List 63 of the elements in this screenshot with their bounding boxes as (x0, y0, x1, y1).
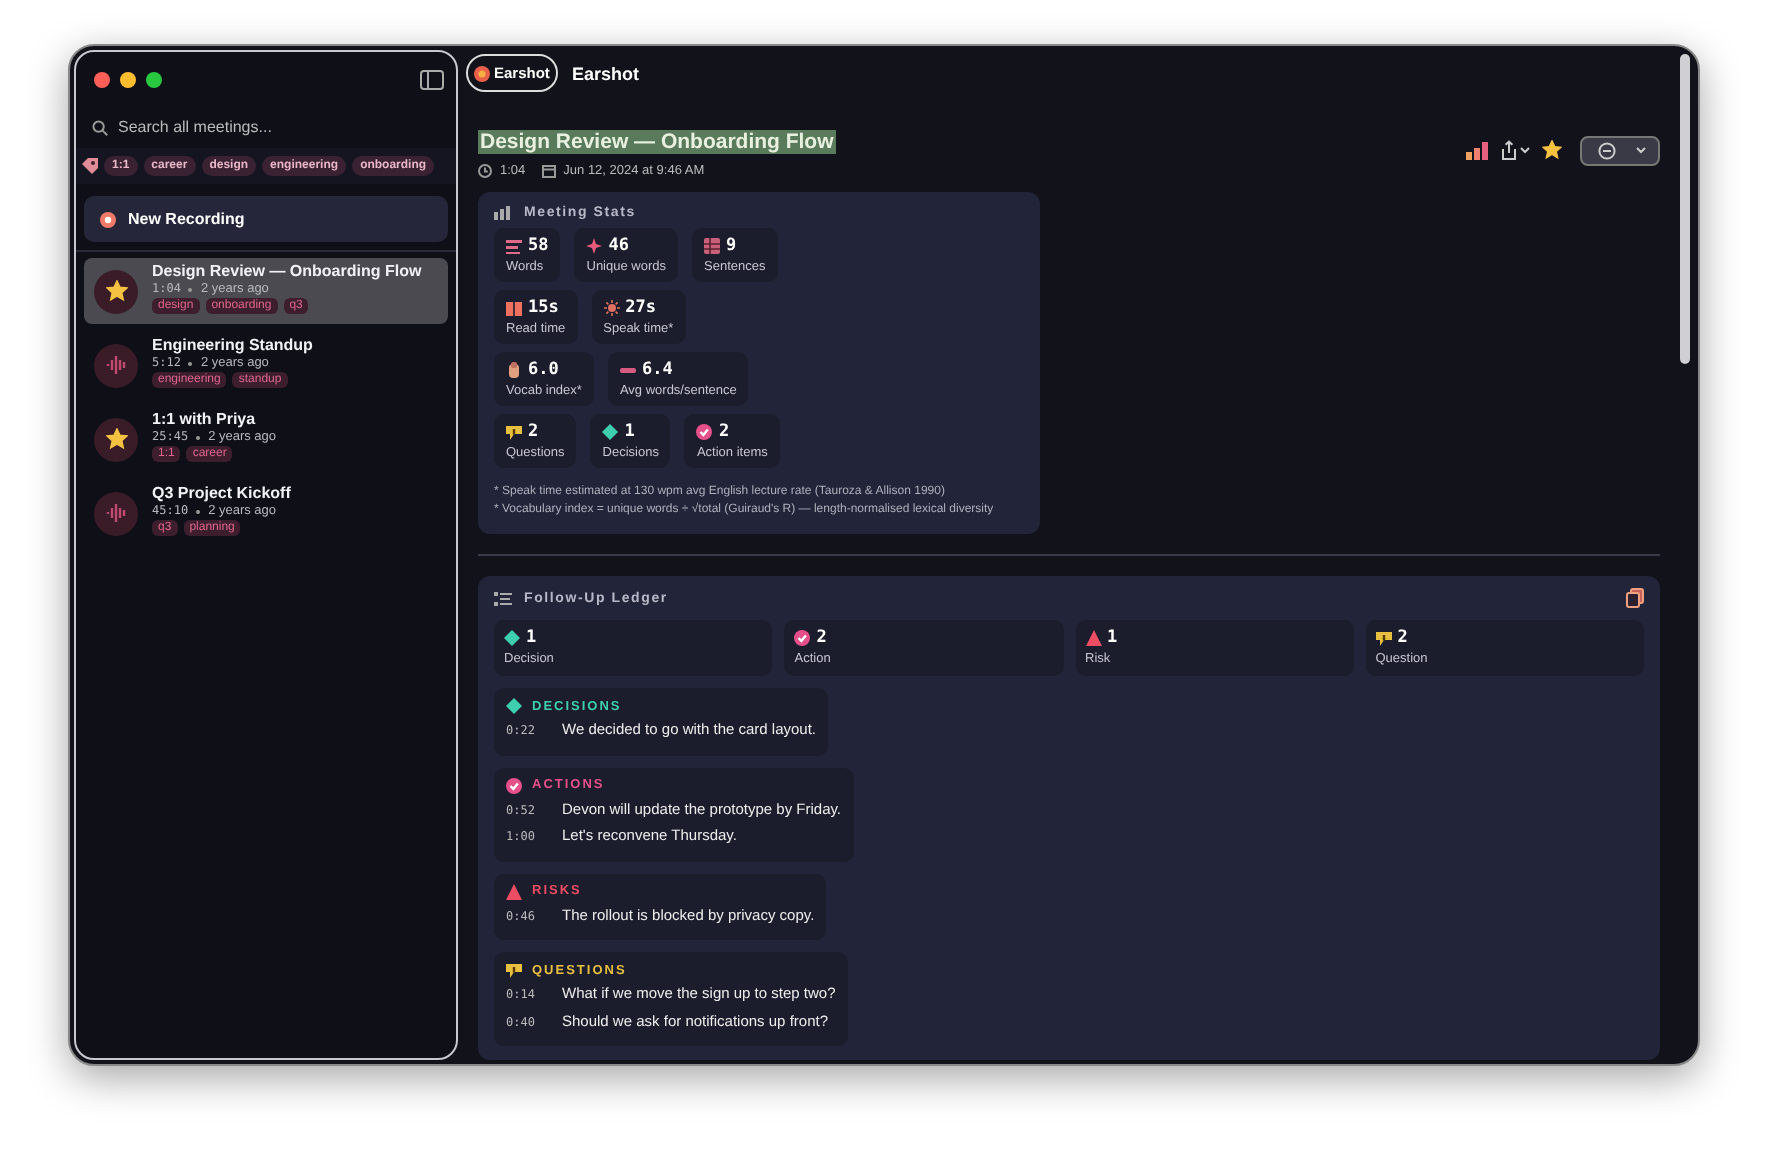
search-icon (92, 119, 108, 135)
warning-icon (1085, 630, 1101, 646)
separator-dot (196, 435, 201, 439)
bar-icon (619, 362, 636, 378)
sun-icon (603, 300, 620, 316)
speech-bubble-icon (506, 962, 522, 978)
meeting-title: Q3 Project Kickoff (152, 484, 291, 502)
app-title: Earshot (571, 63, 639, 83)
caret-icon (1636, 146, 1646, 154)
diamond-icon (602, 424, 619, 440)
book-icon (506, 300, 522, 316)
stat-value: 2 (528, 422, 539, 442)
hand-icon (506, 362, 522, 378)
star-icon[interactable] (1542, 140, 1562, 160)
stat-value: 2 (718, 422, 730, 442)
caret-icon (1520, 146, 1530, 154)
meeting-heading: Design Review — Onboarding Flow (478, 130, 836, 154)
count: 2 (816, 628, 827, 648)
meeting-title: 1:1 with Priya (152, 410, 258, 428)
bar-chart-icon (494, 206, 512, 220)
clock-icon (478, 164, 492, 178)
diamond-icon (504, 630, 520, 646)
stat-value: 15s (528, 298, 559, 318)
app-logo-icon (474, 65, 490, 81)
count: 1 (1107, 628, 1118, 648)
tag-icon (82, 158, 98, 174)
new-recording-button[interactable]: New Recording (84, 196, 448, 242)
stat-value: 46 (608, 236, 629, 256)
stat-value: 9 (726, 236, 737, 256)
lines-icon (506, 238, 522, 254)
grid-icon (704, 238, 720, 254)
share-icon (1500, 140, 1518, 160)
calendar-icon (541, 164, 556, 178)
copy-icon[interactable] (1626, 588, 1644, 608)
stat-value: 6.0 (528, 360, 559, 380)
meeting-title: Design Review — Onboarding Flow (152, 262, 422, 280)
warning-icon (506, 883, 522, 899)
diamond-icon (506, 698, 522, 714)
share-button[interactable] (1500, 140, 1530, 160)
sidebar-toggle-icon[interactable] (420, 70, 444, 90)
record-icon (100, 211, 116, 227)
stat-value: 6.4 (641, 360, 673, 380)
sparkle-icon (586, 238, 603, 254)
minus-circle-icon (1598, 141, 1616, 159)
search-field[interactable]: Search all meetings... (118, 114, 438, 140)
separator-dot (188, 361, 193, 365)
bar-chart-icon[interactable] (1466, 141, 1488, 159)
count: 2 (1397, 628, 1408, 648)
check-circle-icon (696, 424, 713, 440)
speech-bubble-icon (1375, 630, 1392, 646)
separator-dot (196, 509, 201, 513)
meeting-title: Engineering Standup (152, 336, 313, 354)
stat-value: 27s (625, 298, 656, 318)
options-button[interactable] (1580, 135, 1660, 165)
count: 1 (526, 628, 537, 648)
list-icon (494, 591, 512, 605)
scrollbar-thumb[interactable] (1680, 54, 1690, 364)
stat-value: 58 (528, 236, 549, 256)
check-circle-icon (794, 630, 811, 646)
speech-bubble-icon (506, 424, 522, 440)
check-circle-icon (506, 777, 522, 793)
stat-value: 1 (624, 422, 635, 442)
separator-dot (188, 287, 193, 291)
